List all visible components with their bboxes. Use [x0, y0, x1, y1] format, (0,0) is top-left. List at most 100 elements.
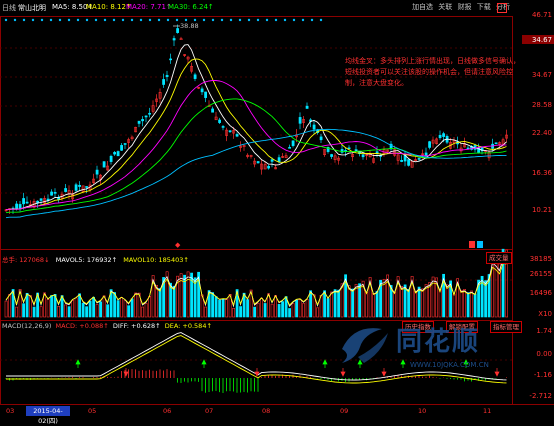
ma30-line	[5, 98, 507, 214]
mavol10-readout: MAVOL10: 185403↑	[123, 256, 189, 264]
volume-bar	[347, 285, 351, 318]
signal-dot	[103, 18, 107, 22]
volume-bar	[351, 288, 355, 318]
candle	[102, 161, 106, 168]
time-tick-3: 07	[205, 407, 214, 415]
signal-dot	[166, 18, 170, 22]
volume-bar	[127, 305, 131, 318]
candle	[211, 108, 215, 113]
volume-bar	[15, 306, 19, 318]
volume-bar	[186, 271, 190, 318]
vol-tick-1: 26155	[529, 270, 552, 278]
candle	[438, 134, 442, 139]
ma60-line	[5, 128, 507, 219]
volume-bar	[326, 298, 330, 318]
volume-header: 总手: 127068↓ MAVOL5: 176932↑ MAVOL10: 185…	[2, 254, 189, 264]
vol-tick-0: 38185	[529, 255, 552, 263]
candle	[53, 192, 57, 194]
dea-readout: DEA: +0.584↑	[164, 322, 212, 330]
volume-bar	[428, 282, 432, 318]
candle	[78, 184, 82, 187]
signal-dot	[49, 18, 53, 22]
volume-bar	[232, 308, 236, 318]
candle	[361, 154, 365, 158]
volume-bar	[253, 306, 257, 318]
volume-bar	[116, 300, 120, 318]
signal-dot	[22, 18, 26, 22]
candle	[123, 143, 127, 145]
volume-bar	[113, 292, 117, 318]
candle	[25, 201, 29, 204]
signal-dot	[319, 18, 323, 22]
volume-bar	[333, 289, 337, 318]
time-tick-0: 03	[6, 407, 15, 415]
candle	[137, 120, 141, 124]
price-tick-6: 10.21	[531, 206, 552, 214]
volume-bar	[337, 289, 341, 318]
volume-bar	[8, 294, 12, 318]
mavol5-readout: MAVOL5: 176932↑	[55, 256, 118, 264]
brand-url: WWW.10JQKA.COM.CN	[410, 361, 489, 369]
signal-dot	[247, 18, 251, 22]
candle	[169, 58, 173, 61]
volume-bar	[288, 308, 292, 318]
volume-bar	[32, 306, 36, 318]
signal-dot	[274, 18, 278, 22]
macd-header: MACD(12,26,9) MACD: +0.088↑ DIFF: +0.628…	[2, 322, 212, 330]
volume-bar	[298, 299, 302, 318]
volume-bar	[305, 299, 309, 318]
volume-bar	[470, 290, 474, 318]
price-tick-4: 22.40	[531, 129, 552, 137]
candle	[179, 38, 183, 41]
candle	[218, 119, 222, 123]
volume-bar	[358, 283, 362, 318]
signal-dot	[211, 18, 215, 22]
volume-total: 总手: 127068↓	[2, 256, 50, 264]
candle	[39, 198, 43, 201]
volume-bar	[256, 302, 260, 318]
signal-dot	[184, 18, 188, 22]
time-marker-icon: ◆	[175, 241, 181, 249]
signal-dot	[94, 18, 98, 22]
candle	[50, 191, 54, 196]
volume-bar	[88, 300, 92, 318]
volume-bar	[316, 307, 320, 318]
volume-bar	[400, 286, 404, 318]
volume-bar	[99, 301, 103, 318]
volume-bar	[302, 303, 306, 318]
signal-dot	[229, 18, 233, 22]
diff-readout: DIFF: +0.628↑	[112, 322, 161, 330]
signal-dot	[148, 18, 152, 22]
volume-bar	[274, 295, 278, 318]
signal-dot	[265, 18, 269, 22]
candle	[144, 115, 148, 118]
volume-bar	[120, 297, 124, 318]
signal-dot	[283, 18, 287, 22]
volume-bar	[95, 304, 99, 318]
high-price-label: 38.88	[180, 22, 199, 30]
candle	[176, 28, 180, 33]
signal-dot	[31, 18, 35, 22]
macd-readout: MACD: +0.088↑	[55, 322, 109, 330]
brand-name: 同花顺	[396, 327, 481, 357]
candle	[204, 91, 208, 98]
candle	[74, 184, 78, 191]
volume-bar	[291, 303, 295, 318]
volume-bar	[375, 290, 379, 318]
candle	[305, 105, 309, 109]
volume-bar	[466, 292, 470, 318]
candle	[193, 74, 197, 79]
volume-bar	[239, 306, 243, 318]
signal-dot	[202, 18, 206, 22]
candle	[277, 157, 281, 163]
candle	[375, 151, 379, 154]
candle	[228, 130, 232, 133]
candle	[291, 140, 295, 146]
volume-button[interactable]: 成交量	[486, 252, 512, 264]
candle	[221, 126, 225, 128]
candle	[165, 75, 169, 77]
time-tick-7: 11	[483, 407, 492, 415]
signal-annotation: 均线金叉：多头排列上涨行情出现，日线做多信号确认，短线投资者可以关注该股的操作机…	[345, 57, 520, 87]
volume-bar	[64, 304, 68, 318]
signal-dot	[175, 18, 179, 22]
